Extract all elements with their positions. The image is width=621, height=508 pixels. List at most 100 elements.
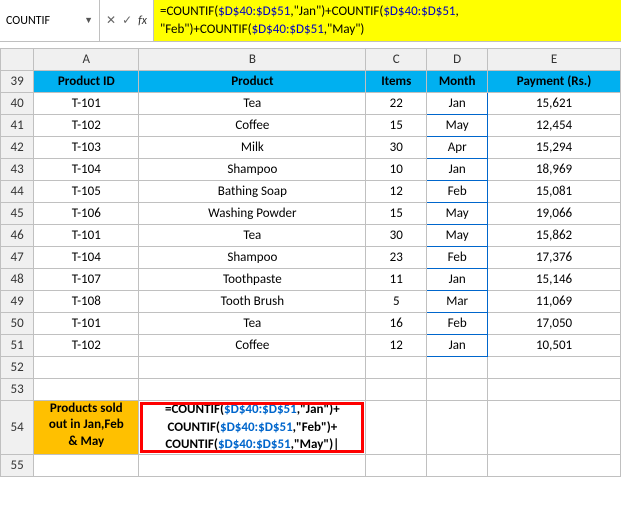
cell[interactable]: 17,050 — [488, 313, 621, 335]
cell[interactable]: T-102 — [34, 115, 139, 137]
cell[interactable]: 10,501 — [488, 335, 621, 357]
cell[interactable] — [34, 379, 139, 401]
cell[interactable]: May — [427, 225, 488, 247]
cell[interactable]: 5 — [366, 291, 427, 313]
cell[interactable] — [139, 357, 366, 379]
chevron-down-icon[interactable]: ▼ — [84, 15, 93, 26]
cell[interactable]: Tooth Brush — [139, 291, 366, 313]
row-header[interactable]: 45 — [1, 203, 34, 225]
formula-bar[interactable]: =COUNTIF($D$40:$D$51,"Jan")+COUNTIF($D$4… — [154, 0, 621, 41]
cell[interactable]: T-108 — [34, 291, 139, 313]
cell[interactable] — [427, 379, 488, 401]
cell[interactable] — [427, 357, 488, 379]
row-header[interactable]: 43 — [1, 159, 34, 181]
select-all-corner[interactable] — [1, 49, 34, 71]
active-formula-cell[interactable]: =COUNTIF($D$40:$D$51,"Jan")+ COUNTIF($D$… — [139, 401, 366, 455]
cell[interactable] — [427, 454, 488, 476]
col-header-D[interactable]: D — [427, 49, 488, 71]
cell[interactable]: Payment (Rs.) — [488, 71, 621, 93]
cell[interactable]: 11,069 — [488, 291, 621, 313]
name-box[interactable]: COUNTIF ▼ — [0, 0, 100, 41]
cell[interactable]: Month — [427, 71, 488, 93]
cell[interactable]: T-103 — [34, 137, 139, 159]
cell[interactable]: T-106 — [34, 203, 139, 225]
row-header[interactable]: 53 — [1, 379, 34, 401]
cell[interactable]: 10 — [366, 159, 427, 181]
cell[interactable]: Tea — [139, 93, 366, 115]
cell[interactable]: T-104 — [34, 159, 139, 181]
col-header-E[interactable]: E — [488, 49, 621, 71]
cell[interactable]: Product — [139, 71, 366, 93]
cell[interactable]: 12 — [366, 181, 427, 203]
cell[interactable]: 15,146 — [488, 269, 621, 291]
row-header[interactable]: 49 — [1, 291, 34, 313]
cell[interactable]: T-101 — [34, 93, 139, 115]
cell[interactable]: Product ID — [34, 71, 139, 93]
cell[interactable] — [427, 401, 488, 455]
cell[interactable] — [488, 454, 621, 476]
row-header[interactable]: 46 — [1, 225, 34, 247]
cell[interactable] — [139, 379, 366, 401]
cell[interactable]: Apr — [427, 137, 488, 159]
cell[interactable]: 22 — [366, 93, 427, 115]
cell[interactable]: Tea — [139, 225, 366, 247]
cell[interactable]: T-105 — [34, 181, 139, 203]
cell[interactable]: 30 — [366, 225, 427, 247]
cell[interactable]: Milk — [139, 137, 366, 159]
cell[interactable] — [34, 454, 139, 476]
cell[interactable]: 18,969 — [488, 159, 621, 181]
cell[interactable]: Toothpaste — [139, 269, 366, 291]
row-header[interactable]: 44 — [1, 181, 34, 203]
row-header[interactable]: 51 — [1, 335, 34, 357]
cell[interactable]: 15 — [366, 203, 427, 225]
cell[interactable]: 23 — [366, 247, 427, 269]
row-header[interactable]: 40 — [1, 93, 34, 115]
cell[interactable]: T-102 — [34, 335, 139, 357]
row-header[interactable]: 42 — [1, 137, 34, 159]
cell[interactable]: Tea — [139, 313, 366, 335]
cell[interactable] — [34, 357, 139, 379]
spreadsheet-grid[interactable]: A B C D E 39 Product ID Product Items Mo… — [0, 48, 621, 477]
cell[interactable]: Jan — [427, 93, 488, 115]
cell[interactable] — [488, 379, 621, 401]
cell[interactable]: May — [427, 203, 488, 225]
cell[interactable]: T-101 — [34, 313, 139, 335]
row-header[interactable]: 55 — [1, 454, 34, 476]
cell[interactable]: Jan — [427, 159, 488, 181]
cell[interactable]: T-107 — [34, 269, 139, 291]
cell[interactable] — [139, 454, 366, 476]
cell[interactable]: Coffee — [139, 115, 366, 137]
cell[interactable] — [366, 357, 427, 379]
col-header-B[interactable]: B — [139, 49, 366, 71]
cell[interactable]: 15,862 — [488, 225, 621, 247]
row-header[interactable]: 41 — [1, 115, 34, 137]
row-header[interactable]: 48 — [1, 269, 34, 291]
cell[interactable]: Feb — [427, 313, 488, 335]
cell[interactable] — [488, 401, 621, 455]
cell[interactable] — [488, 357, 621, 379]
row-header[interactable]: 39 — [1, 71, 34, 93]
cell[interactable]: T-101 — [34, 225, 139, 247]
cell[interactable] — [366, 379, 427, 401]
cell[interactable]: Feb — [427, 181, 488, 203]
cell[interactable]: Mar — [427, 291, 488, 313]
cell[interactable]: Shampoo — [139, 247, 366, 269]
fx-icon[interactable]: fx — [138, 14, 147, 28]
cell[interactable]: 15 — [366, 115, 427, 137]
cell[interactable]: Items — [366, 71, 427, 93]
cell[interactable]: 15,621 — [488, 93, 621, 115]
row-header[interactable]: 47 — [1, 247, 34, 269]
cell[interactable]: Washing Powder — [139, 203, 366, 225]
row-header[interactable]: 54 — [1, 401, 34, 455]
cell[interactable]: 11 — [366, 269, 427, 291]
cell[interactable]: 12 — [366, 335, 427, 357]
cell[interactable]: Bathing Soap — [139, 181, 366, 203]
cell[interactable]: 15,081 — [488, 181, 621, 203]
enter-icon[interactable]: ✓ — [122, 13, 132, 28]
cell[interactable]: Coffee — [139, 335, 366, 357]
cell[interactable]: Shampoo — [139, 159, 366, 181]
cell[interactable] — [366, 401, 427, 455]
row-header[interactable]: 52 — [1, 357, 34, 379]
cell[interactable]: Jan — [427, 335, 488, 357]
cell[interactable] — [366, 454, 427, 476]
